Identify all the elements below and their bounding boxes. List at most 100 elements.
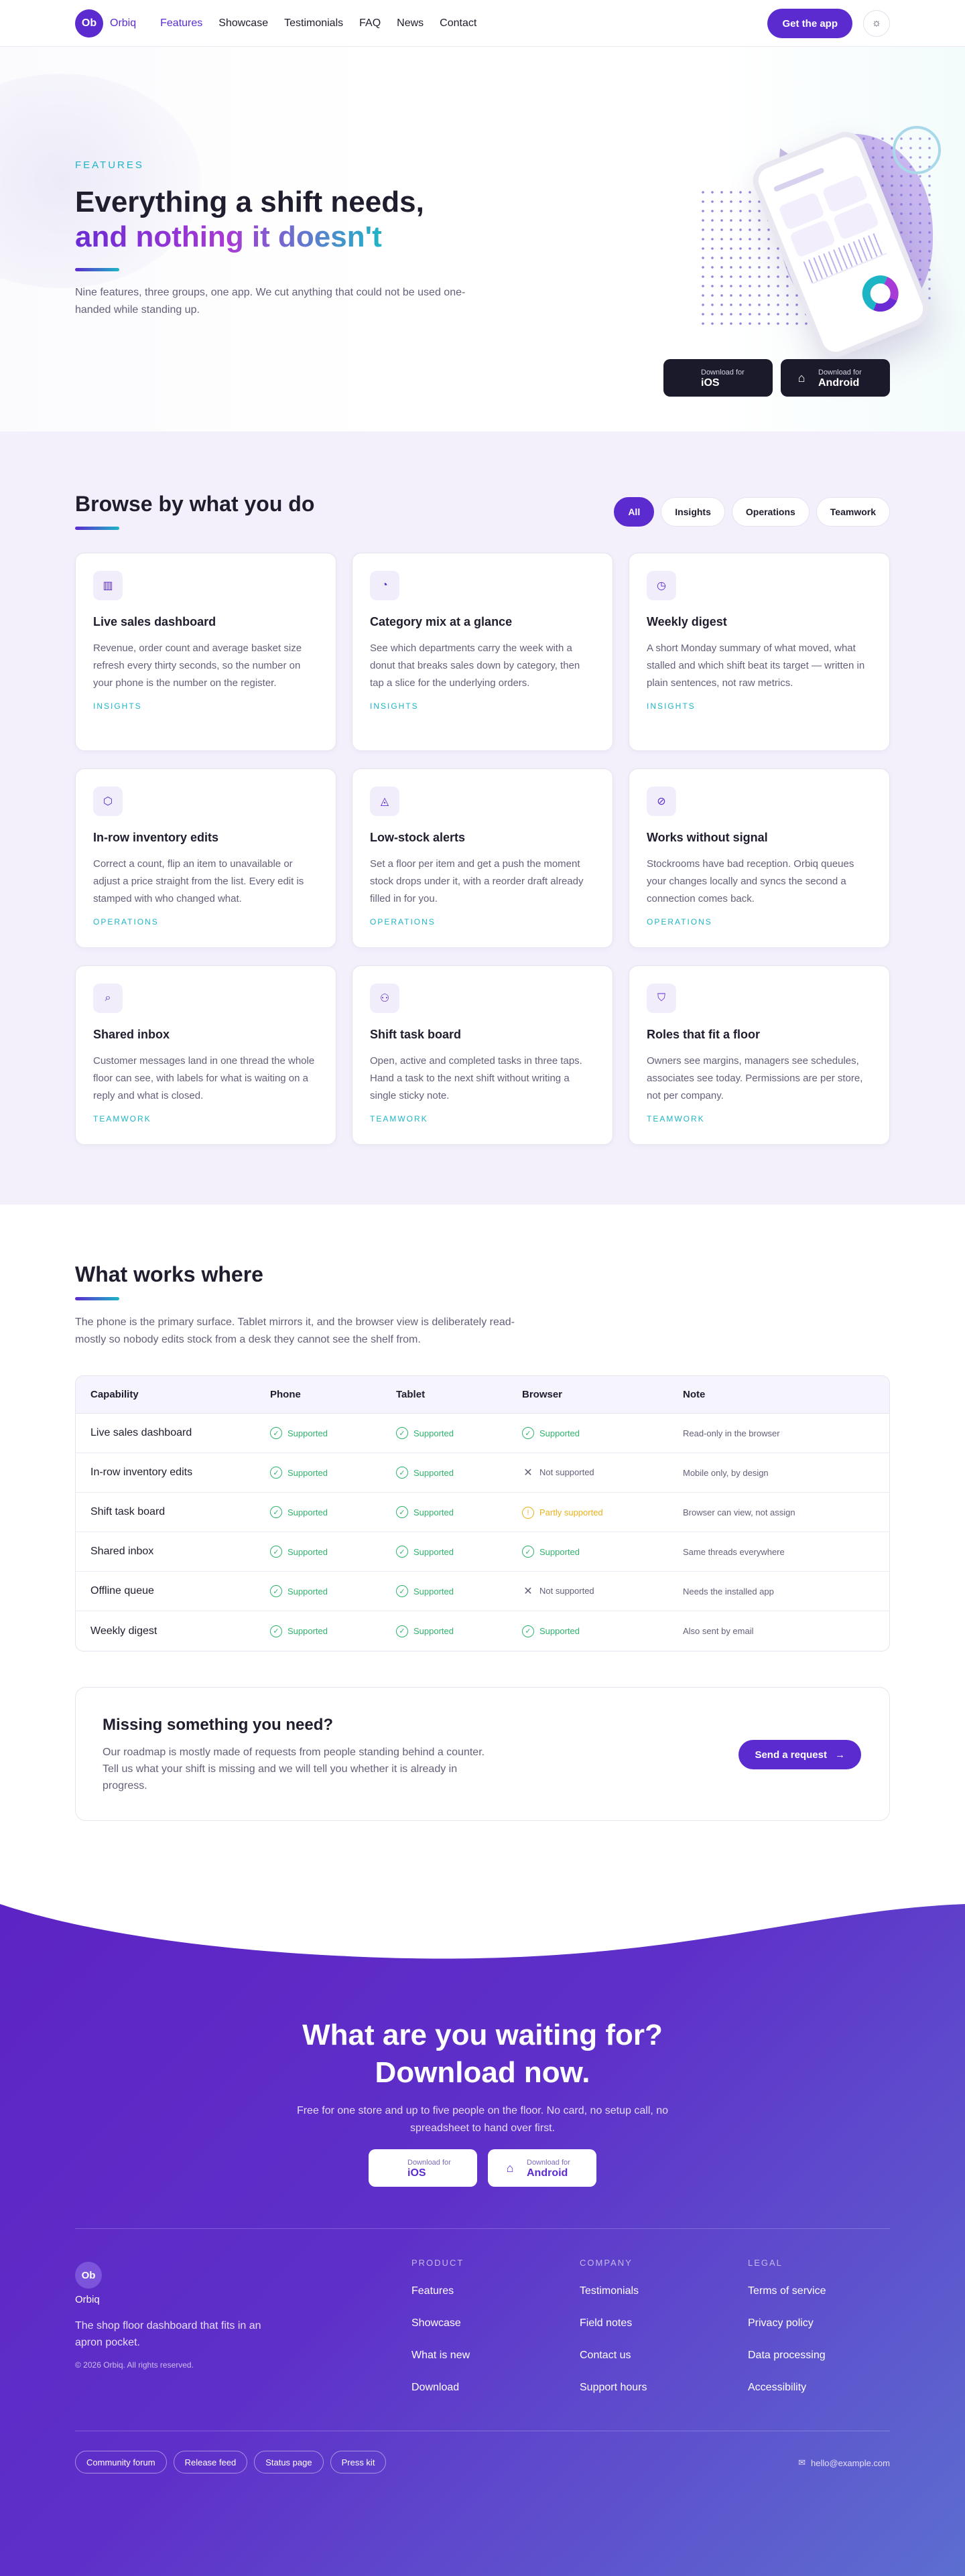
logo-badge: Ob: [75, 9, 103, 38]
request-title: Missing something you need?: [103, 1716, 334, 1734]
header-phone: Phone: [270, 1389, 301, 1400]
shield-icon: ⛉: [647, 984, 676, 1013]
status-text: Supported: [539, 1546, 580, 1557]
feature-title: Roles that fit a floor: [647, 1028, 761, 1041]
cta-title-line1: What are you waiting for?: [302, 2019, 663, 2051]
footer-link[interactable]: Contact us: [580, 2350, 647, 2362]
download-android-button[interactable]: ⌂ Download for Android: [781, 359, 890, 397]
feature-card[interactable]: ▥ Live sales dashboard Revenue, order coun…: [75, 553, 336, 751]
feature-tag: OPERATIONS: [370, 917, 436, 927]
request-description: Our roadmap is mostly made of requests f…: [103, 1747, 485, 1791]
footer-pills: Community forum Release feed Status page…: [75, 2451, 387, 2473]
footer-link[interactable]: Field notes: [580, 2317, 647, 2329]
hero-download-buttons: Download for iOS ⌂ Download for Android: [663, 359, 890, 397]
feature-tag: OPERATIONS: [647, 917, 712, 927]
hero-title: Everything a shift needs, and nothing it…: [75, 185, 424, 255]
status-text: Supported: [413, 1467, 454, 1478]
theme-toggle-button[interactable]: ☼: [863, 10, 890, 37]
arrow-right-icon: →: [835, 1749, 845, 1761]
footer-link[interactable]: Download: [411, 2382, 470, 2394]
footer-email-text: hello@example.com: [811, 2457, 890, 2468]
hero-eyebrow: FEATURES: [75, 159, 144, 171]
clock-icon: ◷: [647, 571, 676, 600]
get-app-button[interactable]: Get the app: [767, 9, 852, 38]
check-circle-icon: ✓: [522, 1546, 534, 1558]
check-circle-icon: ✓: [270, 1546, 282, 1558]
feature-title: Works without signal: [647, 831, 768, 844]
footer-link[interactable]: What is new: [411, 2350, 470, 2362]
footer-link[interactable]: Showcase: [411, 2317, 470, 2329]
check-circle-icon: ✓: [270, 1625, 282, 1637]
footer-email[interactable]: ✉ hello@example.com: [798, 2457, 890, 2468]
status-text: Supported: [413, 1586, 454, 1597]
feature-description: Open, active and completed tasks in thre…: [370, 1055, 582, 1101]
nav-link-contact[interactable]: Contact: [440, 17, 476, 29]
ring-shape: [893, 126, 941, 174]
bell-icon: ◬: [370, 787, 399, 816]
footer-brand: Ob Orbiq The shop floor dashboard that f…: [75, 2262, 290, 2370]
header-browser: Browser: [522, 1389, 563, 1400]
feature-card[interactable]: ⚇ Shift task board Open, active and comple…: [352, 965, 613, 1145]
filter-all[interactable]: All: [614, 497, 655, 527]
footer-link[interactable]: Features: [411, 2285, 470, 2297]
nav-link-news[interactable]: News: [397, 17, 424, 29]
cta-download-android-button[interactable]: ⌂ Download for Android: [488, 2149, 596, 2187]
pill-press-kit[interactable]: Press kit: [330, 2451, 387, 2473]
filter-insights[interactable]: Insights: [661, 497, 725, 527]
capability-cell: Weekly digest: [90, 1625, 157, 1637]
cta-download-ios-button[interactable]: Download for iOS: [369, 2149, 477, 2187]
footer-link[interactable]: Data processing: [748, 2350, 826, 2362]
feature-description: Correct a count, flip an item to unavail…: [93, 858, 304, 904]
footer-link[interactable]: Privacy policy: [748, 2317, 826, 2329]
pill-community-forum[interactable]: Community forum: [75, 2451, 167, 2473]
feature-tag: TEAMWORK: [647, 1114, 705, 1124]
feature-icon-glyph: ◬: [380, 796, 389, 807]
support-matrix-section: What works where The phone is the primar…: [0, 1205, 965, 1687]
feature-card[interactable]: ⌕ Shared inbox Customer messages land in o…: [75, 965, 336, 1145]
feature-card[interactable]: ⊘ Works without signal Stockrooms have bad…: [629, 768, 890, 948]
status-text: Supported: [287, 1546, 328, 1557]
footer-logo-badge[interactable]: Ob: [75, 2262, 102, 2289]
filter-teamwork[interactable]: Teamwork: [816, 497, 890, 527]
footer-col-company: COMPANY Testimonials Field notes Contact…: [580, 2258, 647, 2394]
feature-description: A short Monday summary of what moved, wh…: [647, 642, 865, 689]
check-circle-icon: ✓: [270, 1506, 282, 1519]
send-request-label: Send a request: [755, 1749, 827, 1761]
feature-card[interactable]: ⬡ In-row inventory edits Correct a count, …: [75, 768, 336, 948]
feature-tag: TEAMWORK: [93, 1114, 151, 1124]
feature-card[interactable]: ◔ Category mix at a glance See which depar…: [352, 553, 613, 751]
logo[interactable]: Ob Orbiq: [75, 9, 136, 38]
status-text: Supported: [413, 1626, 454, 1637]
nav-link-features[interactable]: Features: [160, 17, 202, 29]
nav-link-faq[interactable]: FAQ: [359, 17, 381, 29]
nav-link-showcase[interactable]: Showcase: [218, 17, 268, 29]
footer-link[interactable]: Accessibility: [748, 2382, 826, 2394]
filter-operations[interactable]: Operations: [731, 497, 810, 527]
feature-tag: TEAMWORK: [370, 1114, 428, 1124]
pill-status-page[interactable]: Status page: [254, 2451, 324, 2473]
feature-card[interactable]: ⛉ Roles that fit a floor Owners see margin…: [629, 965, 890, 1145]
feature-description: Stockrooms have bad reception. Orbiq que…: [647, 858, 854, 904]
status-badge: ✓ Supported: [522, 1427, 580, 1440]
footer-link[interactable]: Support hours: [580, 2382, 647, 2394]
footer-link[interactable]: Testimonials: [580, 2285, 647, 2297]
footer-col-title: COMPANY: [580, 2258, 633, 2268]
feature-card[interactable]: ◷ Weekly digest A short Monday summary of …: [629, 553, 890, 751]
status-badge: ✓ Supported: [270, 1625, 328, 1637]
check-circle-icon: ✓: [396, 1427, 408, 1440]
status-badge: ✓ Supported: [270, 1427, 328, 1440]
feature-description: Customer messages land in one thread the…: [93, 1055, 315, 1101]
feature-card[interactable]: ◬ Low-stock alerts Set a floor per item an…: [352, 768, 613, 948]
status-text: Supported: [287, 1586, 328, 1597]
feature-tag: INSIGHTS: [93, 701, 142, 711]
status-text: Supported: [287, 1467, 328, 1478]
pill-release-feed[interactable]: Release feed: [173, 2451, 248, 2473]
hero-underline: [75, 268, 119, 271]
footer-link[interactable]: Terms of service: [748, 2285, 826, 2297]
nav-link-testimonials[interactable]: Testimonials: [284, 17, 343, 29]
send-request-button[interactable]: Send a request →: [738, 1740, 861, 1769]
feature-icon-glyph: ⛉: [657, 992, 665, 1004]
download-ios-button[interactable]: Download for iOS: [663, 359, 773, 397]
table-row: Weekly digest ✓ Supported ✓ Supported ✓ Suppor…: [76, 1611, 889, 1651]
bar-chart-icon: ▥: [93, 571, 123, 600]
